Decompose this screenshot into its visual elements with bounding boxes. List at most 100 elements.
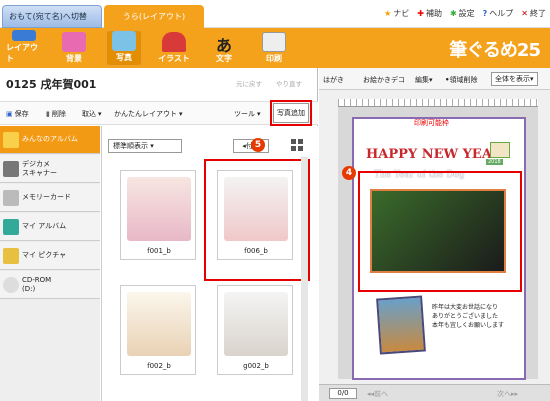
exit-link[interactable]: ✕ 終了 [521,8,546,19]
album-label: みんなのアルバム [22,135,78,143]
album-list: みんなのアルバム デジカメ スキャナー メモリーカード マイ アルバム マイ ピ… [0,126,100,401]
hojo-link[interactable]: ✚ 補助 [417,8,442,19]
photo-thumb[interactable]: g002_b [217,285,293,375]
tab-omote-switch[interactable]: おもて(宛て名)へ切替 [2,5,102,28]
photo-caption: f002_b [147,362,171,370]
illust-label: イラスト [158,54,190,63]
album-item-memory-card[interactable]: メモリーカード [0,184,100,212]
tools-label: ツール [234,110,255,118]
undo-button[interactable]: 元に戻す [236,78,262,88]
photo-thumb[interactable]: f001_b [120,170,196,260]
album-label: マイ アルバム [22,222,67,230]
easy-layout-button[interactable]: かんたんレイアウト ▾ [114,109,183,119]
delete-label: 削除 [51,110,66,118]
tab-ura-label: うら(レイアウト) [122,12,186,21]
drawing-deco-button[interactable]: お絵かきデコ [363,75,405,85]
next-page-button[interactable]: 次へ▸▸ [497,389,518,399]
save-label: 保存 [14,110,29,118]
navi-link[interactable]: ★ ナビ [384,8,409,19]
album-label: デジカメ スキャナー [22,159,57,177]
printer-icon [262,32,286,52]
photo-thumb[interactable]: f002_b [120,285,196,375]
top-tab-bar: おもて(宛て名)へ切替 うら(レイアウト) ★ ナビ ✚ 補助 ✱ 設定 ? ヘルプ ✕… [0,0,550,28]
hagaki-button[interactable]: はがき [323,75,344,85]
gear-icon: ✱ [449,9,457,18]
dog-illust-icon [490,142,510,158]
sort-select[interactable]: 標準順表示 ▾ [108,139,182,153]
tab-omote-label: おもて(宛て名)へ切替 [9,12,87,21]
album-item-everyone[interactable]: みんなのアルバム [0,126,100,154]
navi-label: ナビ [393,9,410,18]
zoom-label: 全体を表示 [495,75,530,83]
photo-icon [112,31,136,51]
baby-photo-image [224,292,288,356]
chevron-down-icon: ▾ [150,142,154,150]
tools-button[interactable]: ツール ▾ [234,109,261,119]
chevron-down-icon: ▾ [257,110,261,118]
top-links: ★ ナビ ✚ 補助 ✱ 設定 ? ヘルプ ✕ 終了 [384,8,546,19]
callout-five: 5 [251,138,265,152]
settings-label: 設定 [458,9,475,18]
album-item-my-album[interactable]: マイ アルバム [0,213,100,241]
greeting-text: HAPPY NEW YEAR [366,147,503,162]
area-delete-button[interactable]: •領域削除 [445,75,477,85]
import-button[interactable]: 取込 ▾ [82,109,102,119]
album-item-camera[interactable]: デジカメ スキャナー [0,155,100,183]
highlight-photo-frame [358,171,522,292]
chevron-down-icon: ▾ [530,75,534,83]
ruler [338,99,538,107]
camera-icon [3,161,19,177]
cdrom-icon [3,277,19,293]
grid-view-icon[interactable] [291,139,303,151]
save-button[interactable]: ▣ 保存 [6,109,29,119]
album-label: マイ ピクチャ [22,251,67,259]
album-item-my-pictures[interactable]: マイ ピクチャ [0,242,100,270]
pin-icon: ✚ [417,9,424,18]
zoom-select[interactable]: 全体を表示▾ [491,72,538,86]
photo-label: 写真 [116,53,132,62]
layout-button[interactable]: レイアウト [6,30,42,66]
background-button[interactable]: 背景 [56,30,92,66]
text-label: 文字 [216,54,232,63]
help-icon: ? [482,9,488,18]
text-button[interactable]: あ文字 [206,30,242,66]
sort-label: 標準順表示 [113,142,148,150]
redo-button[interactable]: やり直す [276,78,302,88]
photo-button[interactable]: 写真 [106,30,142,66]
chevron-down-icon: ▾ [98,110,102,118]
grid-scrollbar[interactable] [301,157,308,401]
help-label: ヘルプ [489,9,514,18]
tab-ura-layout[interactable]: うら(レイアウト) [104,5,204,28]
brush-text-icon: あ [215,36,232,55]
watermelon-icon [162,32,186,52]
pomeranian-photo[interactable] [376,295,426,355]
help-link[interactable]: ? ヘルプ [483,8,514,19]
edit-button[interactable]: 編集▾ [415,75,433,85]
settings-link[interactable]: ✱ 設定 [450,8,475,19]
callout-four: 4 [342,166,356,180]
import-label: 取込 [82,110,96,118]
page-counter: 0/0 [329,388,357,399]
greeting-message: 昨年は大変お世話になり ありがとうございました 本年も宜しくお願いします [432,304,505,329]
album-item-cdrom[interactable]: CD-ROM (D:) [0,271,100,299]
illust-button[interactable]: イラスト [156,30,192,66]
highlight-add-photo [270,100,312,126]
album-label: メモリーカード [22,193,71,201]
prev-label: 前へ [374,390,389,398]
background-label: 背景 [66,54,82,63]
folder-icon [3,248,19,264]
photo-caption: g002_b [243,362,269,370]
chevron-right-icon: ▸▸ [511,390,519,398]
print-label: 印刷 [266,54,282,63]
prev-page-button[interactable]: ◂◂前へ [367,389,388,399]
delete-button[interactable]: ▮ 削除 [46,109,66,119]
exit-label: 終了 [530,9,546,18]
album-icon [3,132,19,148]
chevron-left-icon: ◂◂ [367,390,375,398]
baby-photo-image [127,292,191,356]
trash-icon: ▮ [46,110,50,118]
document-title: 0125 戌年賀001 [6,78,97,91]
print-area-label: 印刷可能枠 [414,119,449,127]
chevron-down-icon: ▾ [429,76,433,84]
print-button[interactable]: 印刷 [256,30,292,66]
